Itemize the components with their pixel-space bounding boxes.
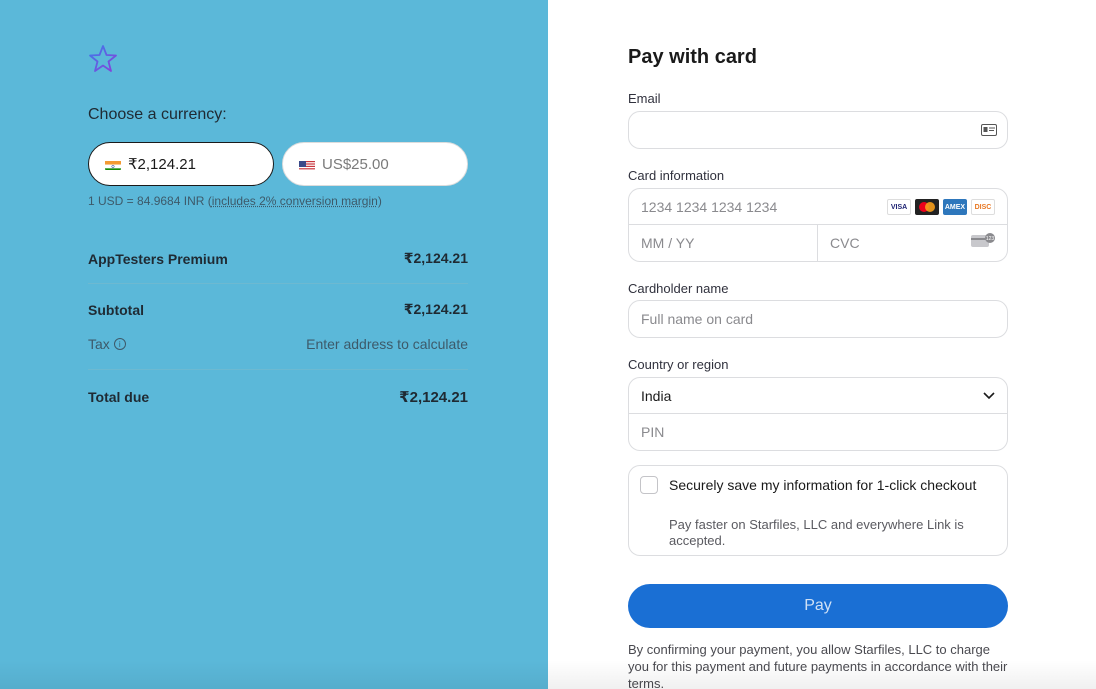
subtotal-value: ₹2,124.21 bbox=[403, 301, 468, 317]
save-info-checkbox[interactable] bbox=[640, 476, 658, 494]
conversion-margin-link[interactable]: includes 2% conversion margin bbox=[212, 194, 378, 208]
currency-inr-amount: ₹2,124.21 bbox=[128, 156, 196, 173]
divider bbox=[88, 369, 468, 370]
cardholder-field-wrapper bbox=[628, 300, 1008, 338]
card-info-label: Card information bbox=[628, 168, 725, 183]
total-value: ₹2,124.21 bbox=[399, 389, 468, 406]
product-name: AppTesters Premium bbox=[88, 250, 228, 267]
tax-line: Tax i Enter address to calculate bbox=[88, 336, 468, 352]
country-group: India bbox=[628, 377, 1008, 451]
save-info-box: Securely save my information for 1-click… bbox=[628, 465, 1008, 556]
card-number-wrapper: VISA AMEX DISC bbox=[629, 189, 1007, 225]
product-price: ₹2,124.21 bbox=[403, 250, 468, 266]
page-title: Pay with card bbox=[628, 46, 757, 68]
payment-form-panel: Pay with card Email Card information VIS… bbox=[548, 0, 1096, 689]
subtotal-label: Subtotal bbox=[88, 301, 144, 318]
order-summary-panel: Choose a currency: ₹2,124.21 US$25.00 1 … bbox=[0, 0, 548, 689]
pin-input[interactable] bbox=[629, 414, 1007, 450]
country-value: India bbox=[641, 387, 672, 404]
card-info-group: VISA AMEX DISC 123 bbox=[628, 188, 1008, 262]
cardholder-input[interactable] bbox=[629, 301, 1007, 337]
email-field[interactable] bbox=[629, 112, 1007, 148]
amex-icon: AMEX bbox=[943, 199, 967, 215]
save-info-title: Securely save my information for 1-click… bbox=[669, 477, 977, 493]
discover-icon: DISC bbox=[971, 199, 995, 215]
divider bbox=[88, 283, 468, 284]
contact-card-icon bbox=[981, 124, 997, 136]
email-field-wrapper bbox=[628, 111, 1008, 149]
email-label: Email bbox=[628, 91, 661, 106]
mastercard-icon bbox=[915, 199, 939, 215]
total-line: Total due ₹2,124.21 bbox=[88, 388, 468, 406]
subtotal-line: Subtotal ₹2,124.21 bbox=[88, 301, 468, 318]
cardholder-label: Cardholder name bbox=[628, 281, 729, 296]
total-label: Total due bbox=[88, 389, 150, 405]
choose-currency-label: Choose a currency: bbox=[88, 106, 227, 123]
rate-prefix: 1 USD = 84.9684 INR ( bbox=[88, 194, 212, 208]
currency-inr-button[interactable]: ₹2,124.21 bbox=[88, 142, 274, 186]
card-brands: VISA AMEX DISC bbox=[887, 199, 995, 215]
cvc-wrapper: 123 bbox=[818, 225, 1007, 261]
save-info-subtitle: Pay faster on Starfiles, LLC and everywh… bbox=[669, 517, 964, 548]
product-line: AppTesters Premium ₹2,124.21 bbox=[88, 250, 468, 267]
india-flag-icon bbox=[105, 159, 121, 170]
tax-label: Tax bbox=[88, 336, 110, 352]
info-icon[interactable]: i bbox=[113, 338, 126, 350]
chevron-down-icon bbox=[983, 391, 995, 399]
tax-label-group: Tax i bbox=[88, 336, 126, 352]
tax-value: Enter address to calculate bbox=[306, 336, 468, 352]
rate-suffix: ) bbox=[377, 194, 382, 208]
pay-button[interactable]: Pay bbox=[628, 584, 1008, 628]
expiry-input[interactable] bbox=[629, 225, 817, 261]
currency-usd-amount: US$25.00 bbox=[322, 155, 389, 173]
pin-wrapper bbox=[629, 414, 1007, 450]
country-label: Country or region bbox=[628, 357, 729, 372]
svg-text:123: 123 bbox=[986, 236, 995, 242]
visa-icon: VISA bbox=[887, 199, 911, 215]
currency-usd-button[interactable]: US$25.00 bbox=[282, 142, 468, 186]
cvc-card-icon: 123 bbox=[971, 233, 995, 247]
star-logo-icon bbox=[89, 45, 117, 72]
us-flag-icon bbox=[299, 159, 315, 170]
legal-text: By confirming your payment, you allow St… bbox=[628, 642, 1008, 689]
exchange-rate-text: 1 USD = 84.9684 INR (includes 2% convers… bbox=[88, 194, 382, 208]
country-select[interactable]: India bbox=[629, 378, 1007, 414]
expiry-wrapper bbox=[629, 225, 818, 261]
